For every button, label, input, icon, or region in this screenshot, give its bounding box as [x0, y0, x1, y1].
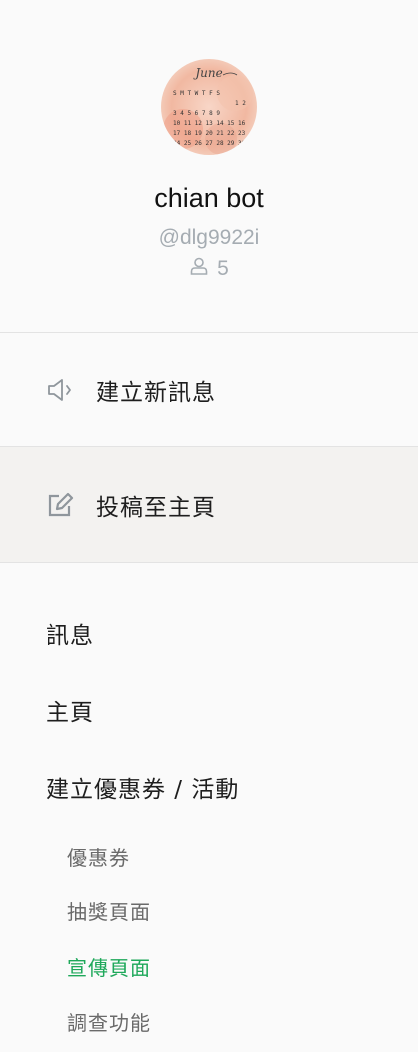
profile-header: June S M T W T F S 1 2 3 4 5 6 7 8 9 10 … — [0, 0, 418, 332]
nav-home[interactable]: 主頁 — [46, 698, 94, 728]
nav-messages[interactable]: 訊息 — [46, 621, 94, 651]
avatar[interactable]: June S M T W T F S 1 2 3 4 5 6 7 8 9 10 … — [161, 59, 257, 155]
nav-coupons-events[interactable]: 建立優惠券 / 活動 — [46, 775, 239, 805]
friend-count-value: 5 — [217, 257, 229, 280]
svg-text:24 25 26 27 28 29 30: 24 25 26 27 28 29 30 — [173, 140, 246, 147]
edit-icon — [46, 490, 76, 520]
sub-nav-lottery[interactable]: 抽獎頁面 — [67, 898, 151, 926]
svg-text:1 2: 1 2 — [235, 100, 246, 107]
sub-nav-survey[interactable]: 調查功能 — [67, 1009, 151, 1037]
create-message-label: 建立新訊息 — [96, 379, 216, 406]
svg-text:17 18 19 20 21 22 23: 17 18 19 20 21 22 23 — [173, 130, 246, 137]
friend-count: 5 — [0, 256, 418, 282]
svg-text:S M T W T F S: S M T W T F S — [173, 90, 220, 97]
post-to-home-button[interactable]: 投稿至主頁 — [0, 447, 418, 562]
divider — [0, 562, 418, 563]
sub-nav-promotion[interactable]: 宣傳頁面 — [67, 954, 151, 982]
account-id: @dlg9922i — [158, 226, 260, 249]
account-name: chian bot — [154, 183, 264, 213]
sub-nav-coupons[interactable]: 優惠券 — [67, 844, 130, 872]
create-message-button[interactable]: 建立新訊息 — [0, 333, 418, 446]
svg-text:10 11 12 13 14 15 16: 10 11 12 13 14 15 16 — [173, 120, 246, 127]
avatar-title: June — [192, 66, 222, 80]
person-icon — [189, 256, 209, 282]
svg-text:3 4 5 6 7 8 9: 3 4 5 6 7 8 9 — [173, 110, 220, 117]
post-to-home-label: 投稿至主頁 — [96, 494, 216, 521]
megaphone-icon — [46, 375, 76, 405]
